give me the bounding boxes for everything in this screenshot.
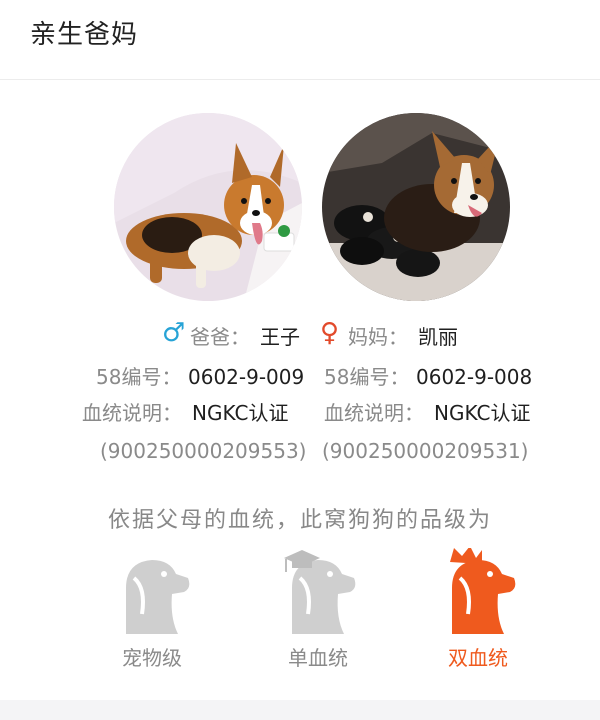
dad-corgi-image <box>114 113 302 301</box>
mom-role-label: 妈妈： <box>348 325 408 349</box>
dad-chip-number: (900250000209553) <box>100 439 307 463</box>
grade-caption: 依据父母的血统，此窝狗狗的品级为 <box>107 508 492 533</box>
male-icon: ♂ <box>162 318 186 348</box>
header-bar: 亲生爸妈 <box>0 0 600 80</box>
page-title: 亲生爸妈 <box>30 20 139 50</box>
dog-head-icon <box>126 560 190 634</box>
parent-chip-row: (900250000209553) (900250000209531) <box>0 434 600 468</box>
grade-label-pet: 宠物级 <box>122 646 182 670</box>
female-icon: ♀ <box>320 318 340 348</box>
dog-graduate-icon <box>284 550 356 634</box>
dad-lineage-label: 血统说明： <box>82 401 182 425</box>
grade-option-pet[interactable]: 宠物级 <box>92 548 212 678</box>
dad-role-label: 爸爸： <box>190 325 250 349</box>
grade-option-double[interactable]: 双血统 <box>418 548 538 678</box>
mom-id: 0602-9-008 <box>416 365 533 389</box>
grade-label-double: 双血统 <box>448 646 508 670</box>
grade-option-single[interactable]: 单血统 <box>258 548 378 678</box>
mom-chip-number: (900250000209531) <box>322 439 529 463</box>
parent-name-row: ♂ 爸爸： 王子 ♀ 妈妈： 凯丽 <box>0 318 600 354</box>
mom-lineage: NGKC认证 <box>434 401 531 425</box>
mom-corgi-image <box>322 113 510 301</box>
mom-id-label: 58编号： <box>324 365 410 389</box>
mom-photo[interactable] <box>322 113 510 301</box>
grade-label-single: 单血统 <box>288 646 348 670</box>
parent-id-row: 58编号： 0602-9-009 58编号： 0602-9-008 <box>0 360 600 394</box>
mom-lineage-label: 血统说明： <box>324 401 424 425</box>
mom-name: 凯丽 <box>418 325 458 349</box>
dad-id-label: 58编号： <box>96 365 182 389</box>
dad-lineage: NGKC认证 <box>192 401 289 425</box>
dad-name: 王子 <box>260 325 300 349</box>
dad-photo[interactable] <box>114 113 302 301</box>
parent-lineage-row: 血统说明： NGKC认证 血统说明： NGKC认证 <box>0 396 600 430</box>
dad-id: 0602-9-009 <box>188 365 305 389</box>
dog-crown-icon <box>450 548 516 634</box>
bottom-divider <box>0 700 600 720</box>
